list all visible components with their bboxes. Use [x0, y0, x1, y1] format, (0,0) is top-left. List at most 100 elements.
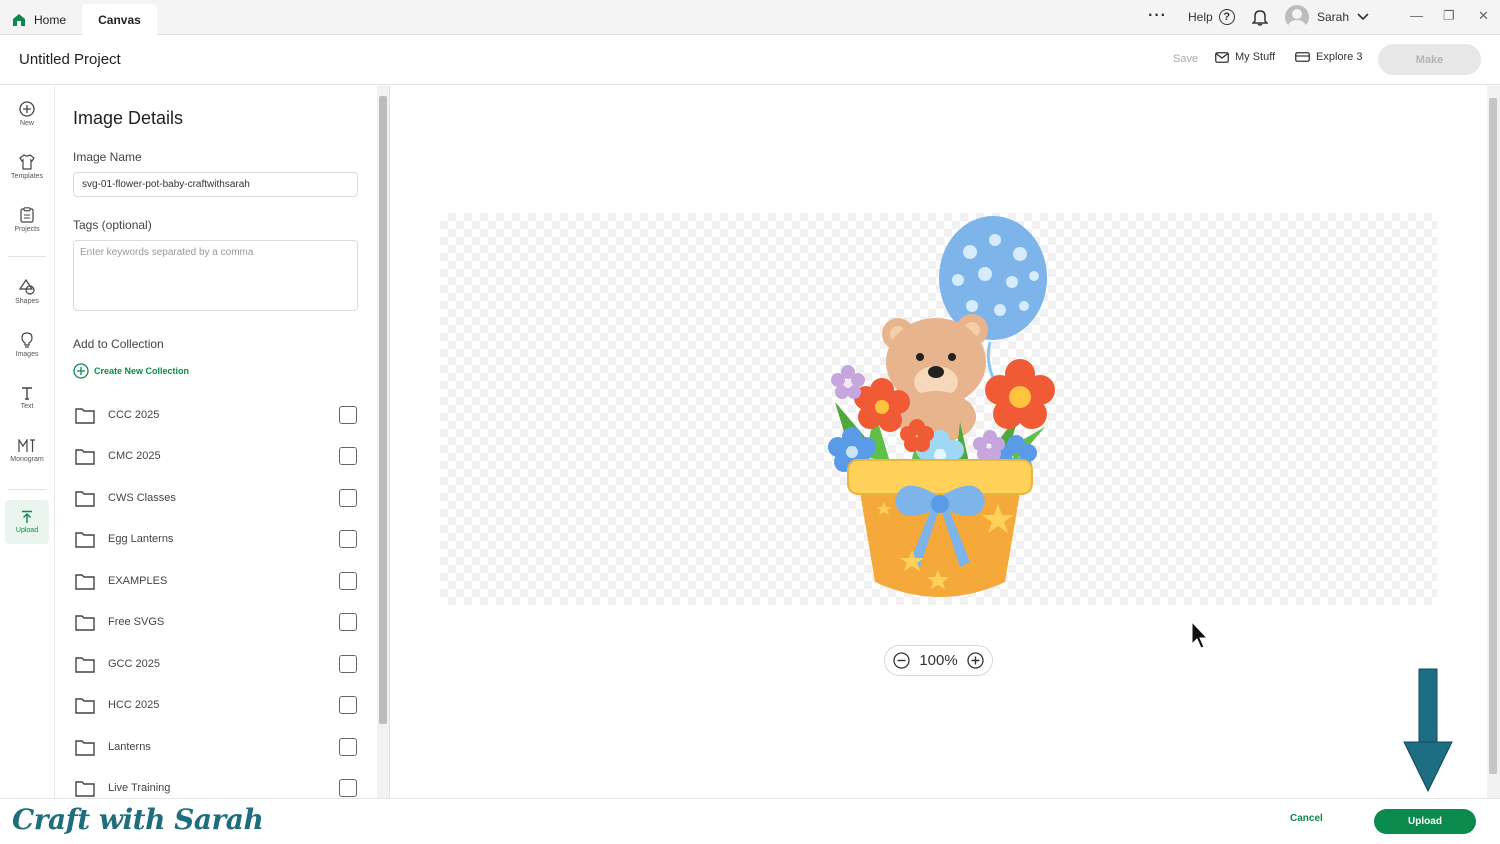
left-rail: New Templates Projects Shapes Images Tex…	[0, 86, 55, 798]
rail-item-label: Templates	[11, 173, 43, 180]
collection-name: GCC 2025	[108, 658, 160, 670]
collection-checkbox[interactable]	[339, 613, 357, 631]
collection-row[interactable]: CWS Classes	[75, 484, 359, 512]
canvas-scrollbar-thumb[interactable]	[1489, 98, 1497, 774]
shapes-icon	[19, 279, 35, 295]
zoom-in-icon[interactable]	[967, 652, 984, 669]
panel-scrollbar-thumb[interactable]	[379, 96, 387, 724]
rail-item-label: Shapes	[15, 298, 39, 305]
collection-row[interactable]: HCC 2025	[75, 691, 359, 719]
folder-icon	[75, 448, 95, 465]
rail-item-text[interactable]: Text	[5, 376, 49, 420]
collection-checkbox[interactable]	[339, 489, 357, 507]
rail-item-label: Images	[15, 351, 39, 358]
mouse-cursor-icon	[1191, 620, 1209, 649]
collection-name: Lanterns	[108, 741, 151, 753]
machine-label: Explore 3	[1316, 51, 1363, 63]
folder-icon	[75, 739, 95, 756]
collection-checkbox[interactable]	[339, 406, 357, 424]
upload-button[interactable]: Upload	[1374, 809, 1476, 834]
collection-row[interactable]: CCC 2025	[75, 401, 359, 429]
page-title: Untitled Project	[19, 51, 121, 68]
rail-item-projects[interactable]: Projects	[5, 198, 49, 242]
avatar	[1285, 5, 1309, 29]
collection-row[interactable]: CMC 2025	[75, 442, 359, 470]
make-button[interactable]: Make	[1378, 44, 1481, 75]
rail-item-new[interactable]: New	[5, 92, 49, 136]
cancel-button[interactable]: Cancel	[1290, 813, 1323, 824]
collection-row[interactable]: EXAMPLES	[75, 567, 359, 595]
tab-canvas[interactable]: Canvas	[82, 4, 157, 35]
create-collection-button[interactable]: Create New Collection	[73, 363, 189, 379]
rail-item-label: Upload	[15, 527, 39, 534]
help-button[interactable]: Help ?	[1188, 9, 1235, 25]
close-icon[interactable]: ✕	[1478, 8, 1489, 24]
my-stuff-label: My Stuff	[1235, 51, 1276, 63]
collection-row[interactable]: Lanterns	[75, 733, 359, 761]
plus-circle-icon	[19, 101, 35, 117]
tab-canvas-label: Canvas	[98, 12, 141, 27]
rail-divider	[8, 256, 46, 257]
collection-row[interactable]: Live Training	[75, 774, 359, 798]
collection-checkbox[interactable]	[339, 530, 357, 548]
envelope-icon	[1215, 51, 1229, 63]
dialog-footer: Craft with Sarah Cancel Upload	[0, 798, 1500, 844]
image-name-label: Image Name	[73, 150, 142, 164]
bell-icon[interactable]	[1252, 9, 1268, 26]
user-menu[interactable]: Sarah	[1285, 5, 1369, 29]
clipboard-icon	[20, 207, 34, 223]
collection-checkbox[interactable]	[339, 779, 357, 797]
collection-checkbox[interactable]	[339, 572, 357, 590]
tab-home-label: Home	[34, 12, 67, 27]
panel-scrollbar[interactable]	[377, 86, 390, 798]
rail-item-shapes[interactable]: Shapes	[5, 270, 49, 314]
collection-checkbox[interactable]	[339, 655, 357, 673]
folder-icon	[75, 573, 95, 590]
uploaded-image-preview	[828, 216, 1055, 597]
zoom-level: 100%	[919, 652, 958, 669]
monogram-icon	[18, 439, 35, 452]
upload-icon	[22, 510, 32, 523]
collection-name: Egg Lanterns	[108, 533, 174, 545]
rail-item-images[interactable]: Images	[5, 323, 49, 367]
home-icon	[13, 13, 25, 26]
collection-name: HCC 2025	[108, 699, 160, 711]
collection-checkbox[interactable]	[339, 447, 357, 465]
rail-item-upload[interactable]: Upload	[5, 500, 49, 544]
collection-row[interactable]: GCC 2025	[75, 650, 359, 678]
maximize-icon[interactable]: ❐	[1443, 8, 1455, 24]
zoom-out-icon[interactable]	[893, 652, 910, 669]
collection-name: Free SVGS	[108, 616, 165, 628]
collection-checkbox[interactable]	[339, 738, 357, 756]
collection-row[interactable]: Free SVGS	[75, 608, 359, 636]
zoom-control: 100%	[884, 645, 993, 676]
machine-icon	[1295, 52, 1310, 62]
lightbulb-icon	[21, 332, 33, 348]
help-label: Help	[1188, 10, 1213, 24]
machine-selector[interactable]: Explore 3	[1295, 51, 1362, 63]
tags-input[interactable]	[73, 240, 358, 311]
collection-row[interactable]: Egg Lanterns	[75, 525, 359, 553]
image-name-input[interactable]	[73, 172, 358, 197]
panel-title: Image Details	[73, 108, 184, 128]
folder-icon	[75, 780, 95, 797]
collection-name: EXAMPLES	[108, 575, 168, 587]
help-icon: ?	[1218, 9, 1235, 25]
collection-name: CCC 2025	[108, 409, 160, 421]
collection-checkbox[interactable]	[339, 696, 357, 714]
arrow-down-icon	[1403, 668, 1453, 793]
my-stuff-button[interactable]: My Stuff	[1215, 51, 1275, 63]
tab-home[interactable]: Home	[12, 4, 66, 35]
top-tab-bar: Home Canvas ··· Help ? Sarah — ❐ ✕	[0, 0, 1500, 35]
rail-item-monogram[interactable]: Monogram	[5, 429, 49, 473]
folder-icon	[75, 656, 95, 673]
collection-label: Add to Collection	[73, 337, 164, 351]
minimize-icon[interactable]: —	[1410, 8, 1423, 23]
project-header: Untitled Project Save My Stuff Explore 3…	[0, 35, 1500, 85]
folder-icon	[75, 407, 95, 424]
folder-icon	[75, 531, 95, 548]
more-dots-icon[interactable]: ···	[1148, 7, 1167, 25]
rail-item-templates[interactable]: Templates	[5, 145, 49, 189]
save-button[interactable]: Save	[1173, 53, 1198, 65]
canvas-scrollbar[interactable]	[1487, 86, 1500, 798]
